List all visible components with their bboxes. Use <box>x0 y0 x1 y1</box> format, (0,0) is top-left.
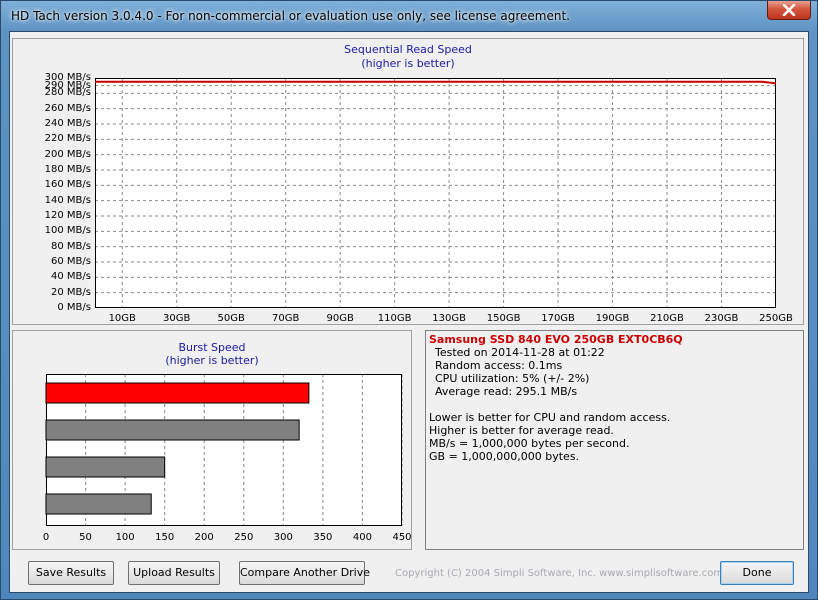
seq-x-tick-label: 150GB <box>486 313 521 324</box>
burst-bar <box>45 493 152 515</box>
seq-x-tick-label: 90GB <box>326 313 354 324</box>
close-button[interactable] <box>767 1 811 20</box>
burst-x-tick-label: 50 <box>79 532 92 543</box>
seq-x-tick-label: 30GB <box>163 313 191 324</box>
burst-x-tick-label: 350 <box>313 532 333 543</box>
seq-x-tick-label: 10GB <box>108 313 136 324</box>
note-lower-better: Lower is better for CPU and random acces… <box>429 411 671 424</box>
seq-x-tick-label: 190GB <box>595 313 630 324</box>
burst-bar <box>45 382 310 404</box>
seq-x-tick-label: 50GB <box>217 313 245 324</box>
drive-info-panel: Samsung SSD 840 EVO 250GB EXT0CB6Q Teste… <box>425 330 804 550</box>
burst-x-tick-label: 150 <box>155 532 175 543</box>
burst-x-tick-label: 100 <box>115 532 135 543</box>
sequential-read-chart <box>95 78 776 308</box>
drive-name: Samsung SSD 840 EVO 250GB EXT0CB6Q <box>429 333 683 346</box>
app-window: HD Tach version 3.0.4.0 - For non-commer… <box>0 0 818 600</box>
burst-speed-chart <box>45 374 403 526</box>
burst-speed-panel: Burst Speed (higher is better) 332.3 MB/… <box>12 330 412 550</box>
burst-x-tick-label: 200 <box>194 532 214 543</box>
seq-x-tick-label: 130GB <box>432 313 466 324</box>
burst-x-tick-label: 0 <box>42 532 50 543</box>
seq-x-tick-label: 250GB <box>759 313 793 324</box>
info-average-read: Average read: 295.1 MB/s <box>435 385 578 398</box>
seq-x-tick-label: 230GB <box>704 313 739 324</box>
done-button[interactable]: Done <box>720 561 794 585</box>
compare-another-drive-button[interactable]: Compare Another Drive <box>239 561 370 585</box>
burst-x-tick-label: 250 <box>234 532 254 543</box>
note-gb-definition: GB = 1,000,000,000 bytes. <box>429 450 580 463</box>
burst-bar <box>45 456 166 478</box>
seq-x-tick-label: 110GB <box>377 313 412 324</box>
close-icon <box>782 4 796 16</box>
info-random-access: Random access: 0.1ms <box>435 359 563 372</box>
seq-x-tick-label: 210GB <box>650 313 684 324</box>
seq-plot-area <box>95 78 776 308</box>
note-mbs-definition: MB/s = 1,000,000 bytes per second. <box>429 437 630 450</box>
title-bar[interactable]: HD Tach version 3.0.4.0 - For non-commer… <box>1 1 817 31</box>
burst-bar <box>45 419 300 441</box>
note-higher-better: Higher is better for average read. <box>429 424 614 437</box>
upload-results-button[interactable]: Upload Results <box>128 561 220 585</box>
client-area: Sequential Read Speed (higher is better)… <box>9 31 809 593</box>
copyright-text: Copyright (C) 2004 Simpli Software, Inc.… <box>395 568 724 579</box>
burst-x-tick-label: 400 <box>352 532 372 543</box>
save-results-button[interactable]: Save Results <box>28 561 114 585</box>
seq-x-tick-label: 70GB <box>272 313 300 324</box>
burst-x-tick-label: 450 <box>392 532 412 543</box>
burst-x-tick-label: 300 <box>273 532 293 543</box>
info-cpu-utilization: CPU utilization: 5% (+/- 2%) <box>435 372 590 385</box>
sequential-read-panel: Sequential Read Speed (higher is better)… <box>12 38 804 325</box>
seq-x-tick-label: 170GB <box>541 313 575 324</box>
window-title: HD Tach version 3.0.4.0 - For non-commer… <box>11 9 570 23</box>
info-tested-on: Tested on 2014-11-28 at 01:22 <box>435 346 605 359</box>
